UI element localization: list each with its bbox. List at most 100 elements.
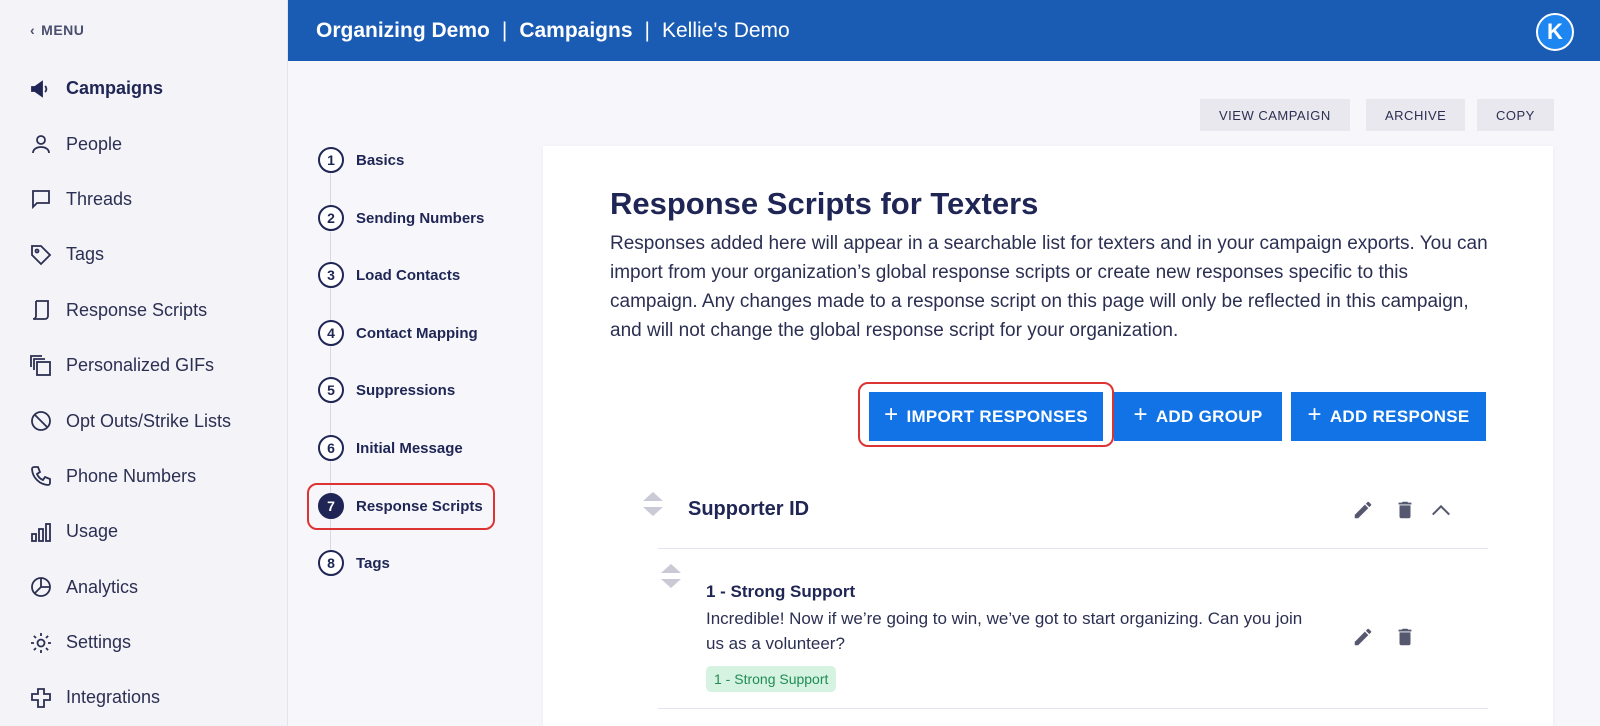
sidebar-item-integrations[interactable]: Integrations	[0, 670, 288, 725]
sidebar-item-analytics[interactable]: Analytics	[0, 560, 288, 615]
group-reorder-arrows[interactable]	[643, 492, 663, 516]
sidebar-item-personalized-gifs[interactable]: Personalized GIFs	[0, 338, 288, 393]
step-contact-mapping[interactable]: 4 Contact Mapping	[318, 320, 478, 346]
step-load-contacts[interactable]: 3 Load Contacts	[318, 262, 460, 288]
page-description: Responses added here will appear in a se…	[610, 233, 1488, 341]
response-title: 1 - Strong Support	[706, 582, 856, 601]
sidebar-nav: Campaigns People Threads Tags Response S…	[0, 61, 288, 726]
sidebar-item-label: Personalized GIFs	[66, 355, 215, 376]
sidebar-item-label: Usage	[66, 521, 119, 542]
avatar[interactable]: K	[1536, 13, 1574, 51]
step-label: Sending Numbers	[356, 209, 485, 227]
sidebar-item-tags[interactable]: Tags	[0, 227, 288, 282]
add-response-label: ADD RESPONSE	[1329, 406, 1470, 426]
step-basics[interactable]: 1 Basics	[318, 147, 404, 173]
step-label: Basics	[356, 151, 405, 169]
response-scripts-card: Response Scripts for Texters Responses a…	[543, 146, 1553, 726]
step-initial-message[interactable]: 6 Initial Message	[318, 435, 463, 461]
breadcrumb-separator: |	[501, 18, 508, 42]
sidebar-item-label: Integrations	[66, 687, 161, 708]
block-icon	[28, 408, 54, 434]
import-responses-button[interactable]: + IMPORT RESPONSES	[869, 392, 1103, 441]
move-down-icon[interactable]	[643, 507, 663, 516]
sidebar-item-settings[interactable]: Settings	[0, 615, 288, 670]
sidebar-item-label: Opt Outs/Strike Lists	[66, 410, 232, 431]
delete-group-button[interactable]	[1392, 497, 1418, 523]
edit-response-button[interactable]	[1350, 624, 1376, 650]
menu-label: MENU	[41, 22, 85, 38]
breadcrumb-section[interactable]: Campaigns	[519, 19, 632, 43]
step-label: Load Contacts	[356, 266, 461, 284]
sidebar: ‹ MENU Campaigns People Threads Tags Res…	[0, 0, 288, 726]
menu-button[interactable]: ‹ MENU	[30, 22, 84, 38]
response-divider	[658, 708, 1488, 709]
edit-group-button[interactable]	[1350, 497, 1376, 523]
trash-icon	[1398, 628, 1412, 646]
import-responses-label: IMPORT RESPONSES	[906, 406, 1088, 426]
plus-icon: +	[1133, 401, 1148, 428]
step-label: Initial Message	[356, 439, 463, 457]
gear-icon	[28, 630, 54, 656]
step-number: 6	[318, 435, 344, 461]
sidebar-item-threads[interactable]: Threads	[0, 172, 288, 227]
response-tag-badge: 1 - Strong Support	[706, 666, 837, 692]
group-divider	[658, 548, 1488, 549]
add-group-button[interactable]: + ADD GROUP	[1114, 392, 1282, 441]
chevron-up-icon	[1432, 504, 1450, 516]
megaphone-icon	[28, 76, 54, 102]
sidebar-item-campaigns[interactable]: Campaigns	[0, 61, 288, 116]
collapse-group-button[interactable]	[1428, 497, 1454, 523]
sidebar-item-label: Response Scripts	[66, 299, 208, 320]
sidebar-item-label: Phone Numbers	[66, 465, 197, 486]
move-up-icon[interactable]	[643, 492, 663, 501]
phone-icon	[28, 463, 54, 489]
sidebar-item-label: People	[66, 133, 123, 154]
page-title: Response Scripts for Texters	[610, 186, 1039, 221]
step-sending-numbers[interactable]: 2 Sending Numbers	[318, 205, 484, 231]
move-down-icon[interactable]	[661, 579, 681, 588]
response-text: Incredible! Now if we’re going to win, w…	[706, 609, 1303, 653]
sidebar-item-people[interactable]: People	[0, 116, 288, 171]
step-number: 3	[318, 262, 344, 288]
step-number: 8	[318, 550, 344, 576]
sidebar-item-label: Threads	[66, 188, 133, 209]
plus-icon: +	[1307, 401, 1322, 428]
sidebar-item-response-scripts[interactable]: Response Scripts	[0, 283, 288, 338]
sidebar-item-usage[interactable]: Usage	[0, 504, 288, 559]
copy-button[interactable]: COPY	[1477, 99, 1554, 131]
view-campaign-button[interactable]: VIEW CAMPAIGN	[1200, 99, 1350, 131]
pencil-icon	[1354, 628, 1372, 646]
move-up-icon[interactable]	[661, 564, 681, 573]
plus-icon: +	[884, 401, 899, 428]
gif-stack-icon	[28, 353, 54, 379]
step-label: Tags	[356, 554, 390, 572]
puzzle-icon	[28, 685, 54, 711]
sidebar-item-phone-numbers[interactable]: Phone Numbers	[0, 449, 288, 504]
trash-icon	[1398, 501, 1412, 519]
bar-chart-icon	[28, 519, 54, 545]
step-label: Suppressions	[356, 381, 456, 399]
breadcrumb-campaign: Kellie's Demo	[662, 18, 790, 42]
top-header: Organizing Demo | Campaigns | Kellie's D…	[288, 0, 1600, 61]
add-response-button[interactable]: + ADD RESPONSE	[1291, 392, 1486, 441]
sidebar-item-opt-outs[interactable]: Opt Outs/Strike Lists	[0, 393, 288, 448]
step-number: 4	[318, 320, 344, 346]
step-label: Contact Mapping	[356, 324, 478, 342]
person-icon	[28, 131, 54, 157]
step-number: 5	[318, 377, 344, 403]
breadcrumb-org[interactable]: Organizing Demo	[316, 19, 490, 43]
breadcrumb-separator: |	[644, 18, 650, 42]
step-highlight-outline	[307, 483, 495, 530]
sidebar-item-label: Campaigns	[66, 78, 164, 99]
sidebar-item-label: Settings	[66, 632, 132, 653]
delete-response-button[interactable]	[1392, 624, 1418, 650]
step-suppressions[interactable]: 5 Suppressions	[318, 377, 455, 403]
script-icon	[28, 297, 54, 323]
add-group-label: ADD GROUP	[1155, 406, 1263, 426]
chevron-left-icon: ‹	[30, 22, 36, 38]
pencil-icon	[1354, 501, 1372, 519]
response-reorder-arrows[interactable]	[661, 564, 681, 588]
step-tags[interactable]: 8 Tags	[318, 550, 390, 576]
archive-button[interactable]: ARCHIVE	[1366, 99, 1466, 131]
chat-bubble-icon	[28, 186, 54, 212]
